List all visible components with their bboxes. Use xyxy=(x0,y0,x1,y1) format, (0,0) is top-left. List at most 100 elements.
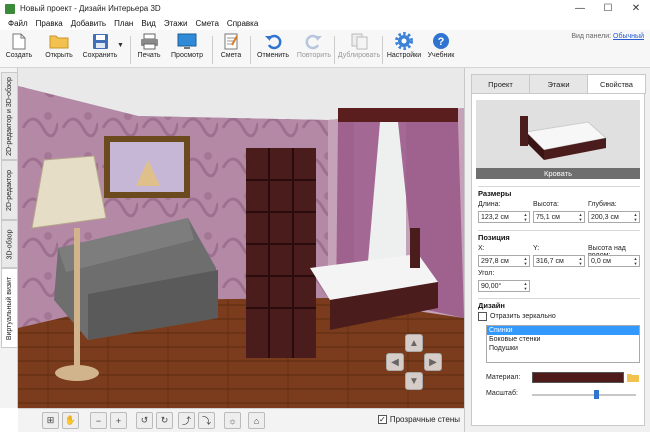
rotate-left-icon: ↺ xyxy=(140,415,149,425)
tutorial-button[interactable]: ? Учебник xyxy=(426,32,456,66)
menu-edit[interactable]: Правка xyxy=(32,19,67,28)
pan-tool-button[interactable]: ✋ xyxy=(62,412,79,429)
tilt-down-button[interactable]: ⤵ xyxy=(198,412,215,429)
minimize-button[interactable]: — xyxy=(566,0,594,17)
zoom-out-button[interactable]: − xyxy=(90,412,107,429)
menu-file[interactable]: Файл xyxy=(4,19,32,28)
elevation-input[interactable]: 0,0 см ▲ ▼ xyxy=(588,255,640,267)
shelving-unit xyxy=(246,148,316,358)
depth-input[interactable]: 200,3 см ▲ ▼ xyxy=(588,211,640,223)
scale-label: Масштаб: xyxy=(486,390,518,397)
angle-label: Угол: xyxy=(478,270,495,277)
home-view-button[interactable]: ⌂ xyxy=(248,412,265,429)
tab-virtual-visit[interactable]: Виртуальный визит xyxy=(1,268,17,348)
svg-text:?: ? xyxy=(438,36,445,48)
mirror-checkbox[interactable] xyxy=(478,312,487,321)
menu-plan[interactable]: План xyxy=(110,19,137,28)
transparent-walls-checkbox[interactable]: ✓ xyxy=(377,415,387,424)
spin-arrows-icon[interactable]: ▲ ▼ xyxy=(522,212,529,222)
material-swatch[interactable] xyxy=(532,372,624,383)
tab-3d-view[interactable]: 3D-обзор xyxy=(1,220,17,268)
maximize-button[interactable]: ☐ xyxy=(594,0,622,17)
panel-view-link[interactable]: Обычный xyxy=(613,33,644,40)
divider xyxy=(478,230,640,231)
save-button[interactable]: Сохранить xyxy=(80,32,120,66)
toolbar-separator xyxy=(130,36,131,64)
duplicate-icon xyxy=(349,32,369,50)
3d-viewport[interactable]: ▲ ◀ ▶ ▼ xyxy=(18,68,464,408)
spin-arrows-icon[interactable]: ▲ ▼ xyxy=(577,212,584,222)
tilt-down-icon: ⤵ xyxy=(201,416,211,426)
scale-slider-track[interactable] xyxy=(532,394,636,396)
redo-button[interactable]: Повторить xyxy=(296,32,332,66)
spin-arrows-icon[interactable]: ▲ ▼ xyxy=(577,256,584,266)
spin-arrows-icon[interactable]: ▲ ▼ xyxy=(632,256,639,266)
list-item[interactable]: Боковые стенки xyxy=(487,335,639,344)
home-icon: ⌂ xyxy=(253,415,260,426)
transparent-walls-toggle[interactable]: ✓ Прозрачные стены xyxy=(377,415,460,424)
select-tool-button[interactable]: ⊞ xyxy=(42,412,59,429)
sizes-header: Размеры xyxy=(478,189,512,198)
rotate-left-button[interactable]: ↺ xyxy=(136,412,153,429)
undo-icon xyxy=(263,32,283,50)
create-button[interactable]: Создать xyxy=(4,32,34,66)
menu-help[interactable]: Справка xyxy=(223,19,262,28)
tilt-up-icon: ⤴ xyxy=(181,416,191,426)
tab-2d-editor[interactable]: 2D-редактор xyxy=(1,160,17,220)
x-input[interactable]: 297,8 см ▲ ▼ xyxy=(478,255,530,267)
nav-right-button[interactable]: ▶ xyxy=(424,353,442,371)
spin-arrows-icon[interactable]: ▲ ▼ xyxy=(522,256,529,266)
close-button[interactable]: ✕ xyxy=(622,0,650,17)
length-input[interactable]: 123,2 см ▲ ▼ xyxy=(478,211,530,223)
y-input[interactable]: 316,7 см ▲ ▼ xyxy=(533,255,585,267)
light-button[interactable]: ☼ xyxy=(224,412,241,429)
curtain-valance xyxy=(338,108,458,122)
panel-view-selector[interactable]: Вид панели: Обычный xyxy=(571,33,644,40)
monitor-icon xyxy=(177,32,197,50)
tab-floors[interactable]: Этажи xyxy=(529,74,588,94)
panel-tabs: Проект Этажи Свойства xyxy=(471,74,646,94)
menu-add[interactable]: Добавить xyxy=(67,19,110,28)
nav-left-button[interactable]: ◀ xyxy=(386,353,404,371)
estimate-sheet-icon xyxy=(221,32,241,50)
tab-properties[interactable]: Свойства xyxy=(587,74,646,94)
nav-forward-button[interactable]: ▲ xyxy=(405,334,423,352)
zoom-in-button[interactable]: + xyxy=(110,412,127,429)
settings-button[interactable]: Настройки xyxy=(386,32,422,66)
material-label: Материал: xyxy=(486,374,521,381)
zoom-in-icon: + xyxy=(115,415,122,426)
estimate-button[interactable]: Смета xyxy=(218,32,244,66)
preview-button[interactable]: Просмотр xyxy=(170,32,204,66)
rotate-right-button[interactable]: ↻ xyxy=(156,412,173,429)
tab-project[interactable]: Проект xyxy=(471,74,530,94)
rotate-right-icon: ↻ xyxy=(160,415,169,425)
open-button[interactable]: Открыть xyxy=(44,32,74,66)
menu-floors[interactable]: Этажи xyxy=(160,19,192,28)
height-input[interactable]: 75,1 см ▲ ▼ xyxy=(533,211,585,223)
print-button[interactable]: Печать xyxy=(136,32,162,66)
mirror-toggle[interactable]: Отразить зеркально xyxy=(478,312,556,321)
angle-input[interactable]: 90,00° ▲ ▼ xyxy=(478,280,530,292)
length-label: Длина: xyxy=(478,201,501,208)
new-file-icon xyxy=(9,32,29,50)
spin-arrows-icon[interactable]: ▲ ▼ xyxy=(632,212,639,222)
nav-back-button[interactable]: ▼ xyxy=(405,372,423,390)
duplicate-button[interactable]: Дублировать xyxy=(338,32,380,66)
x-label: X: xyxy=(478,245,485,252)
zoom-out-icon: − xyxy=(95,415,102,426)
toolbar-separator xyxy=(382,36,383,64)
list-item[interactable]: Подушки xyxy=(487,344,639,353)
view-mode-tabs: 2D-редактор и 3D-обзор 2D-редактор 3D-об… xyxy=(0,68,18,408)
spin-arrows-icon[interactable]: ▲ ▼ xyxy=(522,281,529,291)
save-dropdown-arrow-icon[interactable]: ▼ xyxy=(117,42,124,49)
folder-icon[interactable] xyxy=(627,372,639,384)
tab-2d-and-3d[interactable]: 2D-редактор и 3D-обзор xyxy=(1,72,17,160)
list-item[interactable]: Спинки xyxy=(487,326,639,335)
scale-slider-thumb[interactable] xyxy=(594,390,600,399)
menu-view[interactable]: Вид xyxy=(137,19,159,28)
object-preview: Кровать xyxy=(476,100,640,179)
undo-button[interactable]: Отменить xyxy=(256,32,290,66)
design-parts-list[interactable]: Спинки Боковые стенки Подушки xyxy=(486,325,640,363)
tilt-up-button[interactable]: ⤴ xyxy=(178,412,195,429)
menu-estimate[interactable]: Смета xyxy=(191,19,222,28)
